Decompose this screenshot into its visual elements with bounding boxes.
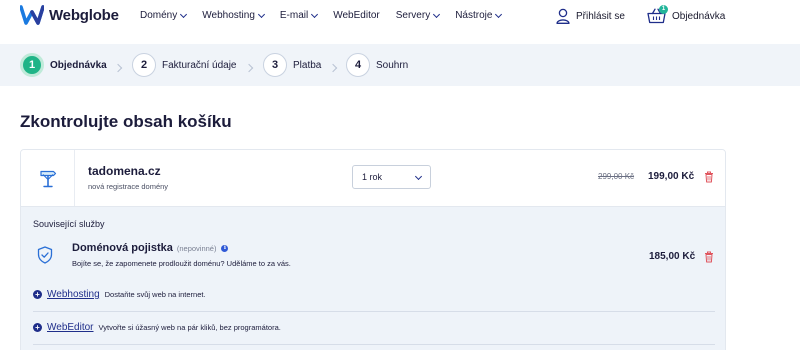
- cart-item-row: tadomena.cz nová registrace domény 1 rok…: [21, 150, 725, 206]
- related-services-title: Související služby: [33, 219, 105, 229]
- chevron-right-icon: [328, 63, 338, 73]
- chevron-down-icon: [495, 10, 503, 18]
- step-number: 1: [20, 53, 44, 77]
- info-icon[interactable]: i: [221, 244, 229, 252]
- step-payment[interactable]: 3 Platba: [263, 53, 321, 77]
- step-number: 3: [263, 53, 287, 77]
- checkout-steps: 1 Objednávka 2 Fakturační údaje 3 Platba…: [0, 44, 800, 86]
- original-price: 299,00 Kč: [598, 172, 635, 181]
- plus-circle-icon[interactable]: +: [33, 323, 42, 332]
- insurance-description: Bojíte se, že zapomenete prodloužit domé…: [72, 259, 291, 268]
- logo-text: Webglobe: [49, 6, 119, 24]
- top-navigation: Webglobe Domény Webhosting E-mail WebEdi…: [0, 0, 800, 34]
- domain-name: tadomena.cz: [88, 164, 161, 178]
- service-link-webhosting[interactable]: Webhosting: [47, 289, 100, 300]
- domain-registration-type: nová registrace domény: [88, 182, 169, 191]
- insurance-price: 185,00 Kč: [649, 251, 696, 262]
- step-label: Platba: [293, 59, 322, 71]
- period-select-value: 1 rok: [362, 172, 383, 182]
- page-title: Zkontrolujte obsah košíku: [20, 112, 232, 131]
- nav-item-label: Servery: [395, 10, 431, 21]
- nav-item-label: E-mail: [279, 10, 309, 21]
- nav-item-label: WebEditor: [333, 10, 380, 21]
- cart-card: tadomena.cz nová registrace domény 1 rok…: [20, 149, 726, 350]
- service-description: Vytvořte si úžasný web na pár kliků, bez…: [98, 323, 281, 332]
- webglobe-logo-icon: [20, 5, 44, 25]
- step-number: 2: [132, 53, 156, 77]
- chevron-down-icon: [257, 10, 265, 18]
- cart-icon-wrapper: 1: [647, 5, 668, 24]
- nav-item-webhosting[interactable]: Webhosting: [202, 10, 265, 21]
- nav-item-email[interactable]: E-mail: [279, 10, 319, 21]
- shield-check-icon: [37, 246, 53, 264]
- step-summary[interactable]: 4 Souhrn: [346, 53, 408, 77]
- cart-count-badge: 1: [659, 5, 668, 14]
- service-row-webeditor: + WebEditor Vytvořte si úžasný web na pá…: [33, 322, 281, 333]
- period-select[interactable]: 1 rok: [352, 165, 431, 189]
- chevron-down-icon: [180, 10, 188, 18]
- step-order[interactable]: 1 Objednávka: [20, 53, 107, 77]
- login-label: Přihlásit se: [576, 10, 625, 22]
- main-menu: Domény Webhosting E-mail WebEditor Serve…: [140, 10, 517, 21]
- nav-item-nastroje[interactable]: Nástroje: [455, 10, 503, 21]
- nav-item-label: Nástroje: [455, 10, 493, 21]
- domain-signpost-icon: [39, 170, 56, 188]
- nav-item-domeny[interactable]: Domény: [140, 10, 188, 21]
- service-link-webeditor[interactable]: WebEditor: [47, 322, 94, 333]
- chevron-down-icon: [311, 10, 319, 18]
- nav-item-label: Domény: [140, 10, 178, 21]
- step-label: Souhrn: [376, 59, 409, 71]
- domain-icon-cell: [21, 150, 75, 206]
- divider: [33, 344, 715, 345]
- nav-item-label: Webhosting: [202, 10, 255, 21]
- item-price: 199,00 Kč: [648, 171, 695, 182]
- insurance-name: Doménová pojistka: [72, 242, 173, 254]
- insurance-optional-note: (nepovinné): [176, 243, 217, 253]
- plus-circle-icon[interactable]: +: [33, 290, 42, 299]
- nav-item-webeditor[interactable]: WebEditor: [333, 10, 380, 21]
- nav-item-servery[interactable]: Servery: [395, 10, 441, 21]
- service-description: Dostaňte svůj web na internet.: [104, 290, 206, 299]
- divider: [33, 311, 715, 312]
- trash-icon[interactable]: [704, 251, 714, 263]
- logo[interactable]: Webglobe: [20, 5, 119, 25]
- trash-icon[interactable]: [704, 171, 714, 183]
- chevron-down-icon: [414, 172, 423, 181]
- chevron-right-icon: [113, 63, 123, 73]
- chevron-right-icon: [244, 63, 254, 73]
- step-label: Fakturační údaje: [162, 59, 237, 71]
- insurance-title: Doménová pojistka (nepovinné) i: [72, 242, 229, 254]
- step-number: 4: [346, 53, 370, 77]
- step-billing[interactable]: 2 Fakturační údaje: [132, 53, 237, 77]
- service-row-webhosting: + Webhosting Dostaňte svůj web na intern…: [33, 289, 206, 300]
- login-link[interactable]: Přihlásit se: [556, 8, 625, 24]
- cart-link[interactable]: 1 Objednávka: [647, 5, 726, 24]
- step-label: Objednávka: [50, 59, 107, 71]
- user-icon: [556, 8, 570, 24]
- related-services-panel: Související služby Doménová pojistka (ne…: [21, 206, 725, 350]
- order-label: Objednávka: [672, 10, 726, 22]
- chevron-down-icon: [433, 10, 441, 18]
